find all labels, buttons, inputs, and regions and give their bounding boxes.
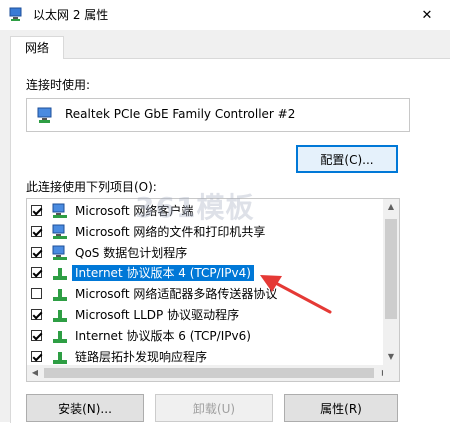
uninstall-button-label: 卸载(U) (192, 401, 236, 416)
list-item[interactable]: QoS 数据包计划程序 (27, 243, 393, 264)
item-checkbox[interactable] (31, 246, 42, 258)
configure-button-label: 配置(C)... (320, 152, 374, 167)
scroll-down-icon[interactable]: ▼ (383, 349, 399, 365)
network-card-icon (37, 107, 52, 123)
properties-button[interactable]: 属性(R) (284, 394, 398, 422)
scroll-up-icon[interactable]: ▲ (383, 199, 399, 215)
protocol-icon (53, 351, 67, 364)
properties-button-label: 属性(R) (320, 401, 362, 416)
item-checkbox[interactable] (31, 225, 42, 237)
horizontal-scroll-thumb[interactable] (44, 368, 374, 378)
connect-using-label: 连接时使用: (26, 78, 91, 92)
item-label: Microsoft 网络的文件和打印机共享 (75, 224, 266, 239)
network-client-icon (52, 224, 67, 239)
item-label: Microsoft 网络适配器多路传送器协议 (75, 287, 278, 302)
vertical-scrollbar[interactable]: ▲ ▼ (383, 199, 399, 365)
device-name: Realtek PCIe GbE Family Controller #2 (65, 107, 296, 121)
protocol-icon (53, 268, 67, 281)
item-checkbox[interactable] (31, 308, 42, 320)
item-label: Microsoft 网络客户端 (75, 204, 194, 218)
list-item[interactable]: Microsoft 网络的文件和打印机共享 (27, 222, 393, 243)
close-icon: ✕ (421, 7, 433, 23)
item-checkbox[interactable] (31, 205, 42, 216)
items-section-label: 此连接使用下列项目(O): (26, 180, 157, 194)
item-checkbox[interactable] (31, 350, 42, 362)
item-label: 链路层拓扑发现响应程序 (75, 349, 208, 364)
item-checkbox[interactable] (31, 288, 42, 300)
item-label: QoS 数据包计划程序 (75, 245, 188, 260)
list-item[interactable]: Internet 协议版本 6 (TCP/IPv6) (27, 326, 393, 347)
scroll-corner (383, 365, 399, 381)
tab-network[interactable]: 网络 (10, 36, 64, 59)
scroll-left-icon[interactable]: ◀ (27, 365, 43, 381)
horizontal-scrollbar[interactable]: ◀ ▶ (27, 365, 393, 381)
network-client-icon (52, 245, 67, 260)
item-label: Internet 协议版本 4 (TCP/IPv4) (72, 265, 254, 282)
list-item[interactable]: Microsoft LLDP 协议驱动程序 (27, 305, 393, 326)
uninstall-button[interactable]: 卸载(U) (155, 394, 273, 422)
list-item[interactable]: Internet 协议版本 4 (TCP/IPv4) (27, 263, 393, 284)
list-item[interactable]: Microsoft 网络适配器多路传送器协议 (27, 284, 393, 305)
close-button[interactable]: ✕ (404, 0, 450, 30)
title-bar: 以太网 2 属性 ✕ (0, 0, 450, 30)
window-title: 以太网 2 属性 (33, 8, 109, 22)
network-adapter-icon (9, 7, 22, 21)
vertical-scroll-thumb[interactable] (385, 219, 397, 319)
install-button-label: 安装(N)... (58, 401, 112, 416)
item-label: Internet 协议版本 6 (TCP/IPv6) (75, 328, 251, 343)
protocol-icon (53, 330, 67, 343)
item-checkbox[interactable] (31, 267, 42, 279)
device-box: Realtek PCIe GbE Family Controller #2 (26, 98, 410, 132)
tab-network-label: 网络 (24, 41, 49, 55)
item-checkbox[interactable] (31, 329, 42, 341)
item-label: Microsoft LLDP 协议驱动程序 (75, 307, 240, 322)
components-list[interactable]: Microsoft 网络客户端 Microsoft 网络的文件和打印机共享 QoS … (26, 198, 400, 382)
protocol-icon (53, 309, 67, 322)
configure-button[interactable]: 配置(C)... (296, 145, 398, 173)
protocol-icon (53, 289, 67, 302)
install-button[interactable]: 安装(N)... (26, 394, 144, 422)
list-item[interactable]: Microsoft 网络客户端 (27, 201, 393, 222)
components-rows: Microsoft 网络客户端 Microsoft 网络的文件和打印机共享 QoS … (27, 201, 393, 367)
network-client-icon (52, 203, 67, 218)
